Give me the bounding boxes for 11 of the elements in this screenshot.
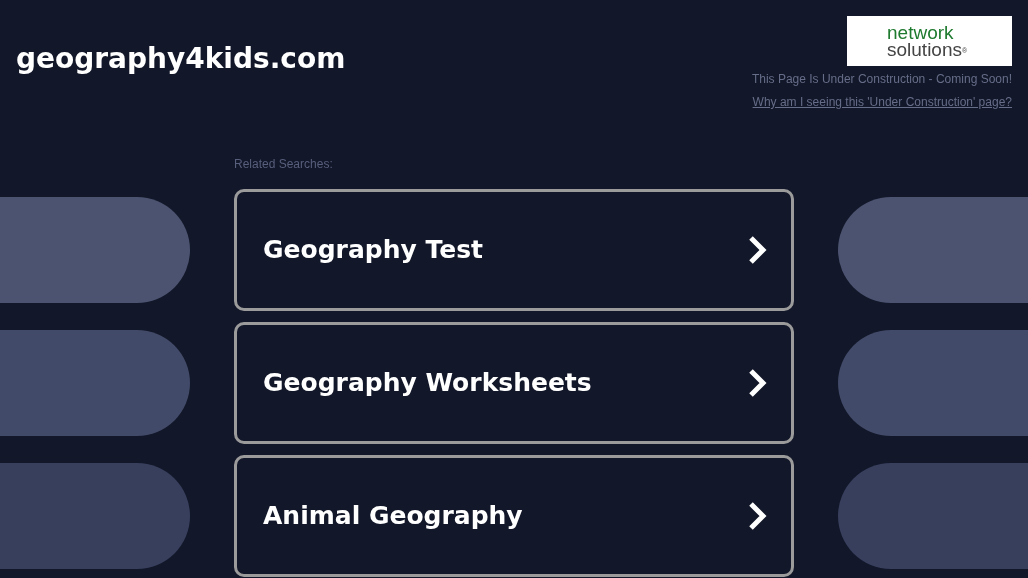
related-searches-label: Related Searches: <box>234 157 333 171</box>
info-link[interactable]: Why am I seeing this 'Under Construction' page? <box>752 93 1012 111</box>
chevron-right-icon <box>747 368 767 398</box>
search-link-card[interactable]: Geography Worksheets <box>234 322 794 444</box>
chevron-right-icon <box>747 235 767 265</box>
site-title: geography4kids.com <box>16 45 346 73</box>
search-link-card[interactable]: Geography Test <box>234 189 794 311</box>
construction-notice: This Page Is Under Construction - Coming Soon! <box>751 71 1012 88</box>
network-solutions-logo[interactable]: network solutions$^{®}$ <box>847 16 1012 66</box>
search-link-card[interactable]: Animal Geography <box>234 455 794 577</box>
chevron-right-icon <box>747 501 767 531</box>
